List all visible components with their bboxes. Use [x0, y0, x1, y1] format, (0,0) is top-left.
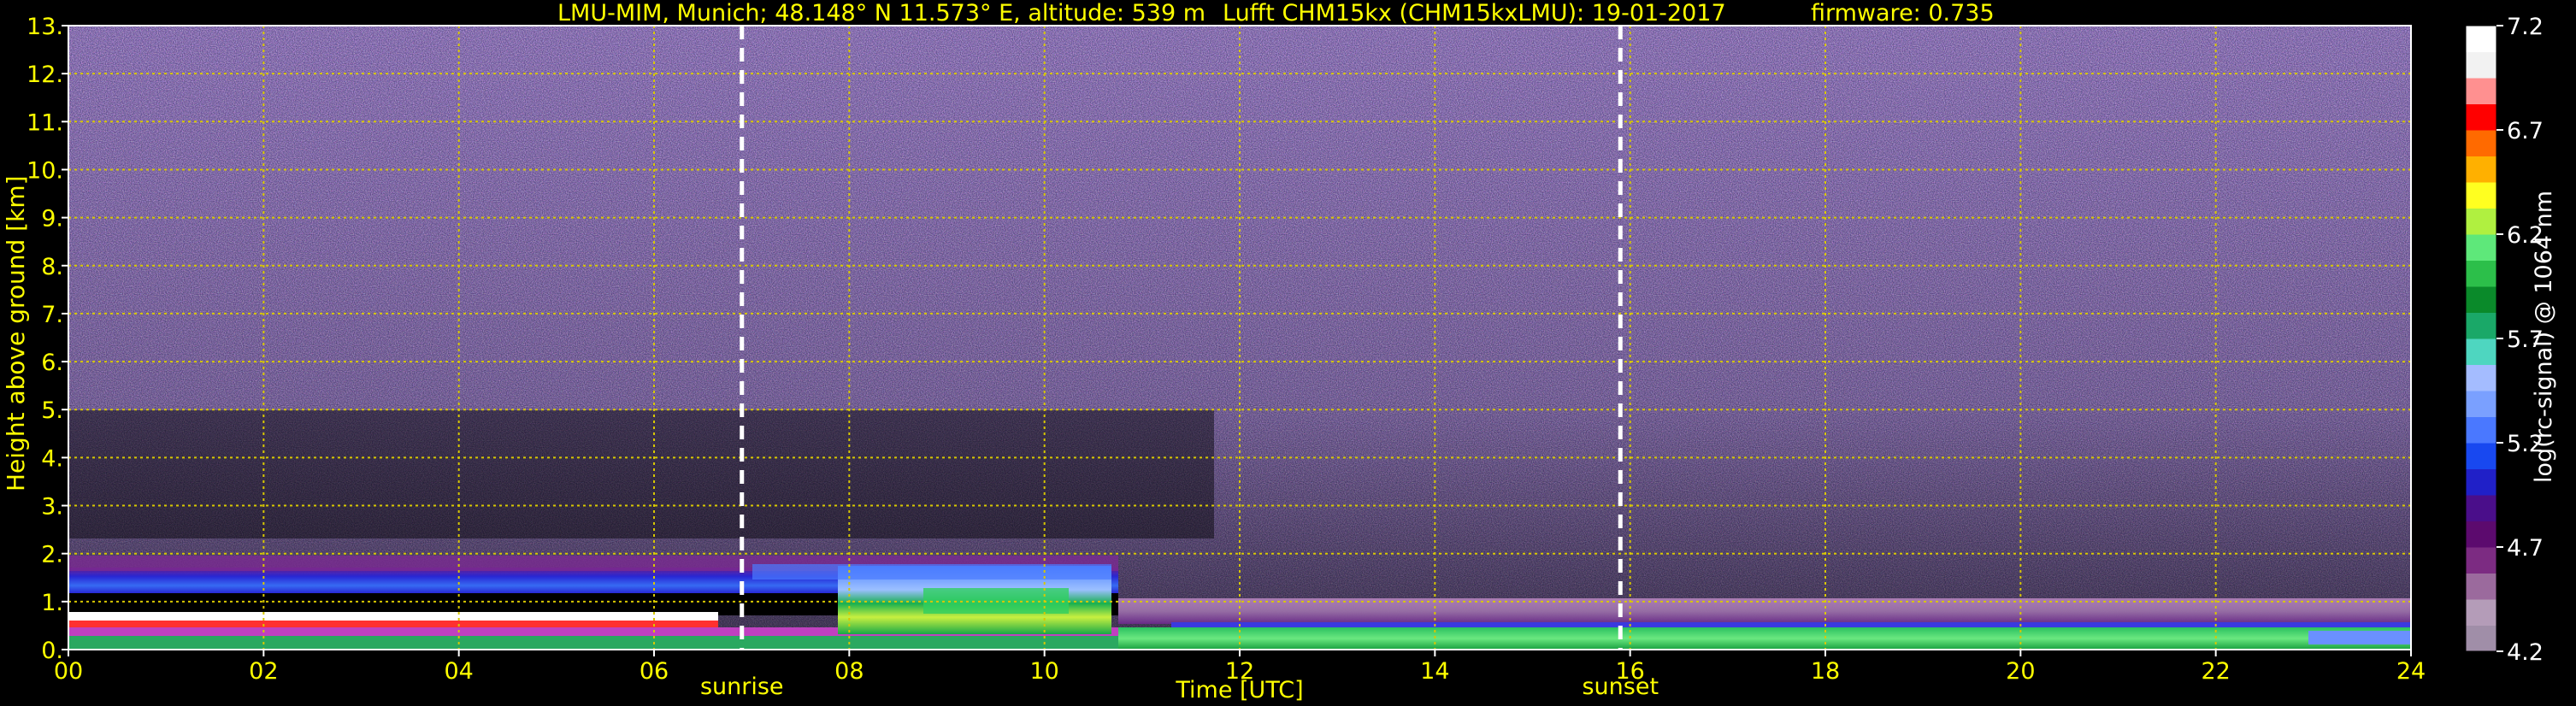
y-tick-label: 13.: [27, 14, 63, 40]
colorbar-segment: [2466, 573, 2496, 600]
title-firmware: firmware: 0.735: [1811, 0, 1995, 26]
colorbar-tick-label: 6.7: [2507, 118, 2544, 144]
y-tick-label: 3.: [41, 494, 63, 521]
ceilometer-chart: sunrise sunset 00 02 04 06 08 10 12 14 16 18 20 22 24…: [27, 14, 2544, 703]
y-axis-label: Height above ground [km]: [2, 175, 30, 491]
x-tick-label: 04: [444, 658, 473, 685]
colorbar-segment: [2466, 130, 2496, 156]
colorbar-segment: [2466, 182, 2496, 209]
colorbar-segment: [2466, 495, 2496, 521]
colorbar-segment: [2466, 547, 2496, 574]
colorbar-segment: [2466, 51, 2496, 79]
x-tick-label: 06: [640, 658, 669, 685]
y-tick-label: 0.: [41, 638, 63, 664]
title-instrument: Lufft CHM15kx (CHM15kxLMU): 19-01-2017: [1223, 0, 1726, 26]
colorbar-segment: [2466, 286, 2496, 313]
colorbar-tick-label: 7.2: [2507, 14, 2544, 40]
y-tick-label: 12.: [27, 62, 63, 88]
y-tick-label: 1.: [41, 590, 63, 616]
colorbar-label: log(rc-signal) @ 1064 nm: [2531, 190, 2557, 483]
x-tick-label: 20: [2006, 658, 2035, 685]
colorbar-segment: [2466, 416, 2496, 444]
colorbar-segment: [2466, 26, 2496, 52]
y-tick-label: 9.: [41, 206, 63, 232]
y-tick-label: 8.: [41, 254, 63, 280]
colorbar-tick-label: 4.7: [2507, 535, 2544, 562]
x-tick-label: 14: [1420, 658, 1449, 685]
x-tick-label: 16: [1615, 658, 1644, 685]
colorbar-segment: [2466, 599, 2496, 626]
x-tick-label: 24: [2396, 658, 2426, 685]
y-tick-label: 2.: [41, 542, 63, 568]
colorbar-segment: [2466, 443, 2496, 469]
colorbar-segment: [2466, 468, 2496, 496]
colorbar-segment: [2466, 156, 2496, 183]
y-tick-label: 11.: [27, 109, 63, 136]
sun-marker-label: sunrise: [700, 674, 784, 700]
x-tick-label: 18: [1811, 658, 1840, 685]
y-tick-label: 10.: [27, 157, 63, 184]
colorbar-segment: [2466, 391, 2496, 417]
x-tick-label: 08: [834, 658, 864, 685]
colorbar-segment: [2466, 234, 2496, 261]
colorbar-segment: [2466, 338, 2496, 365]
colorbar-segment: [2466, 260, 2496, 287]
x-axis-label: Time [UTC]: [1175, 677, 1303, 703]
y-tick-label: 4.: [41, 445, 63, 472]
title-site: LMU-MIM, Munich; 48.148° N 11.573° E, al…: [557, 0, 1206, 26]
x-tick-label: 22: [2201, 658, 2230, 685]
x-tick-label: 10: [1029, 658, 1058, 685]
colorbar-segment: [2466, 521, 2496, 548]
y-tick-label: 6.: [41, 350, 63, 376]
x-tick-label: 02: [249, 658, 278, 685]
y-tick-label: 7.: [41, 302, 63, 328]
colorbar-tick-label: 4.2: [2507, 639, 2544, 666]
y-tick-label: 5.: [41, 397, 63, 424]
colorbar-segment: [2466, 208, 2496, 235]
colorbar-segment: [2466, 312, 2496, 339]
colorbar-segment: [2466, 364, 2496, 391]
colorbar-segment: [2466, 78, 2496, 104]
colorbar-segment: [2466, 103, 2496, 131]
colorbar-segment: [2466, 625, 2496, 652]
